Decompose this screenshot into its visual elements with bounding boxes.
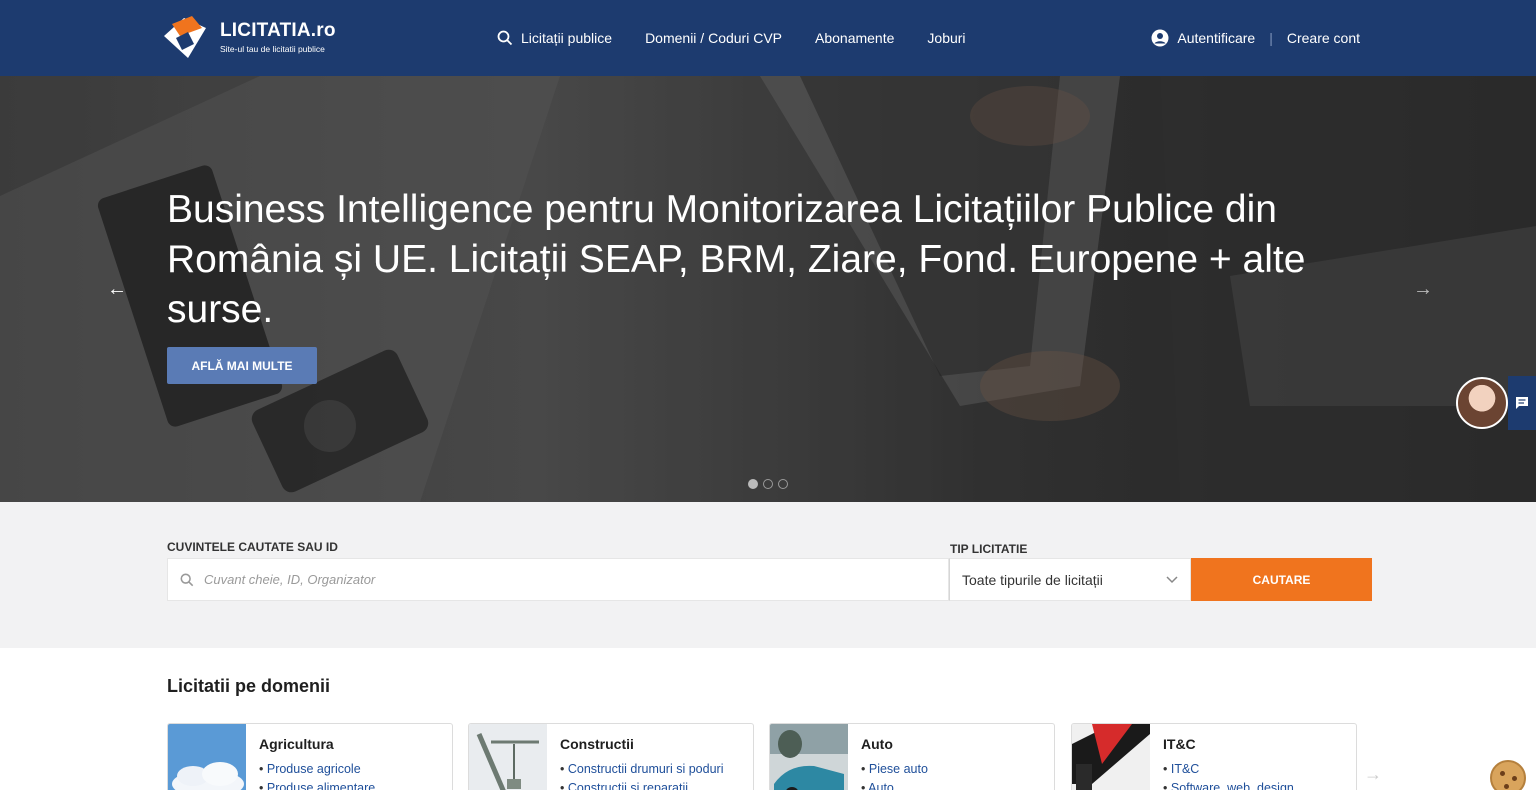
domain-name: Auto <box>861 736 893 752</box>
domain-name: Agricultura <box>259 736 334 752</box>
chat-agent-avatar[interactable] <box>1456 377 1508 429</box>
site-logo[interactable]: LICITATIA.ro Site-ul tau de licitatii pu… <box>162 14 336 60</box>
domain-sub-link[interactable]: Software, web, design <box>1163 781 1294 790</box>
nav-abonamente[interactable]: Abonamente <box>815 30 894 46</box>
carousel-dot-1[interactable] <box>748 479 758 489</box>
domain-sub-link[interactable]: IT&C <box>1163 762 1199 776</box>
domain-card-constructii[interactable]: Constructii Constructii drumuri si podur… <box>468 723 754 790</box>
tender-type-select[interactable]: Toate tipurile de licitații <box>949 558 1191 601</box>
nav-joburi[interactable]: Joburi <box>927 30 965 46</box>
carousel-dot-3[interactable] <box>778 479 788 489</box>
cookie-settings-icon[interactable] <box>1490 760 1526 790</box>
domain-image-constructii <box>469 724 547 790</box>
user-circle-icon <box>1151 29 1169 47</box>
chat-tab[interactable] <box>1508 376 1536 430</box>
domains-section: Licitatii pe domenii Agricultura Produse… <box>0 648 1536 790</box>
main-nav: Licitații publice Domenii / Coduri CVP A… <box>497 0 999 76</box>
login-link[interactable]: Autentificare <box>1151 29 1255 47</box>
nav-label: Licitații publice <box>521 30 613 46</box>
logo-tagline: Site-ul tau de licitatii publice <box>220 44 325 54</box>
domain-card-agricultura[interactable]: Agricultura Produse agricole Produse ali… <box>167 723 453 790</box>
carousel-indicators <box>748 479 793 489</box>
search-icon <box>497 30 513 46</box>
auth-links: Autentificare | Creare cont <box>1151 0 1360 76</box>
domain-card-itc[interactable]: IT&C IT&C Software, web, design <box>1071 723 1357 790</box>
carousel-dot-2[interactable] <box>763 479 773 489</box>
chevron-down-icon <box>1166 575 1178 583</box>
domain-sub-link[interactable]: Auto <box>861 781 894 790</box>
nav-licitatii-publice[interactable]: Licitații publice <box>497 30 612 46</box>
domains-title: Licitatii pe domenii <box>167 676 331 696</box>
domain-card-auto[interactable]: Auto Piese auto Auto <box>769 723 1055 790</box>
search-submit-button[interactable]: CAUTARE <box>1191 558 1372 601</box>
logo-name: LICITATIA.ro <box>220 20 336 41</box>
nav-label: Joburi <box>927 30 966 46</box>
logo-mark-icon <box>162 14 208 60</box>
hero-title: Business Intelligence pentru Monitorizar… <box>167 188 1306 331</box>
keywords-field[interactable] <box>167 558 949 601</box>
tender-type-label: TIP LICITATIE <box>950 542 1028 556</box>
top-navigation-bar: LICITATIA.ro Site-ul tau de licitatii pu… <box>0 0 1536 76</box>
domain-sub-link[interactable]: Constructii drumuri si poduri <box>560 762 724 776</box>
domain-sub-link[interactable]: Produse agricole <box>259 762 361 776</box>
domain-image-agricultura <box>168 724 246 790</box>
domain-sub-link[interactable]: Piese auto <box>861 762 928 776</box>
carousel-prev-arrow-icon[interactable]: ← <box>107 278 127 301</box>
nav-label: Abonamente <box>815 30 895 46</box>
signup-link[interactable]: Creare cont <box>1287 30 1360 46</box>
domain-sub-link[interactable]: Constructii si reparatii <box>560 781 688 790</box>
tender-type-value: Toate tipurile de licitații <box>962 571 1103 588</box>
chat-widget[interactable] <box>1456 376 1536 430</box>
keywords-label: CUVINTELE CAUTATE SAU ID <box>167 540 338 554</box>
nav-domenii[interactable]: Domenii / Coduri CVP <box>645 30 782 46</box>
domain-image-itc <box>1072 724 1150 790</box>
carousel-next-arrow-icon[interactable]: → <box>1413 278 1433 301</box>
search-icon <box>180 573 194 586</box>
auth-separator: | <box>1269 30 1273 46</box>
domain-name: Constructii <box>560 736 634 752</box>
domain-image-auto <box>770 724 848 790</box>
domains-next-arrow-icon[interactable]: → <box>1364 764 1382 785</box>
nav-label: Domenii / Coduri CVP <box>645 30 782 46</box>
domain-name: IT&C <box>1163 736 1196 752</box>
learn-more-button[interactable]: AFLĂ MAI MULTE <box>167 347 317 384</box>
hero-carousel: Business Intelligence pentru Monitorizar… <box>0 76 1536 502</box>
chat-bubble-icon <box>1516 397 1528 409</box>
domain-sub-link[interactable]: Produse alimentare <box>259 781 375 790</box>
login-label: Autentificare <box>1177 30 1256 46</box>
keywords-input[interactable] <box>204 572 904 587</box>
